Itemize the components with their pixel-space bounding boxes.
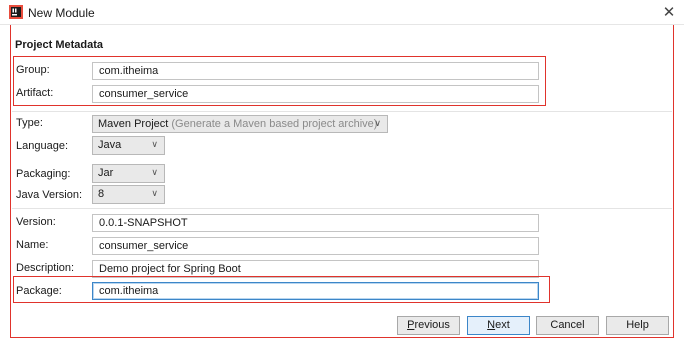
name-label: Name: (16, 239, 49, 251)
description-label: Description: (16, 262, 75, 274)
packaging-select[interactable]: Jar ∨ (92, 164, 165, 183)
package-label: Package: (16, 285, 62, 297)
section-title: Project Metadata (15, 39, 104, 51)
chevron-down-icon: ∨ (374, 119, 381, 129)
type-value: Maven Project (98, 118, 169, 130)
packaging-label: Packaging: (16, 168, 71, 180)
language-label: Language: (16, 140, 68, 152)
language-select[interactable]: Java ∨ (92, 136, 165, 155)
version-field[interactable]: 0.0.1-SNAPSHOT (92, 214, 539, 232)
window-title: New Module (28, 6, 95, 20)
packaging-value: Jar (98, 167, 114, 179)
type-select[interactable]: Maven Project (Generate a Maven based pr… (92, 115, 388, 133)
next-label: ext (495, 319, 510, 331)
chevron-down-icon: ∨ (151, 189, 158, 199)
java-version-value: 8 (98, 188, 105, 200)
language-value: Java (98, 139, 122, 151)
close-icon: ✕ (662, 3, 676, 21)
name-field[interactable]: consumer_service (92, 237, 539, 255)
artifact-field[interactable]: consumer_service (92, 85, 539, 103)
java-version-label: Java Version: (16, 189, 83, 201)
next-button[interactable]: Next (467, 316, 530, 335)
previous-button[interactable]: Previous (397, 316, 460, 335)
cancel-button[interactable]: Cancel (536, 316, 599, 335)
group-label: Group: (16, 64, 50, 76)
separator (12, 208, 672, 209)
package-field[interactable]: com.itheima (92, 282, 539, 300)
intellij-app-icon (9, 5, 23, 19)
title-bar: New Module ✕ (0, 0, 684, 25)
type-hint: (Generate a Maven based project archive) (171, 118, 378, 130)
java-version-select[interactable]: 8 ∨ (92, 185, 165, 204)
help-button[interactable]: Help (606, 316, 669, 335)
artifact-label: Artifact: (16, 87, 54, 99)
version-label: Version: (16, 216, 56, 228)
previous-label: revious (414, 319, 450, 331)
group-field[interactable]: com.itheima (92, 62, 539, 80)
chevron-down-icon: ∨ (151, 168, 158, 178)
chevron-down-icon: ∨ (151, 140, 158, 150)
separator (12, 111, 672, 112)
next-mnemonic: N (487, 319, 496, 331)
type-label: Type: (16, 117, 43, 129)
close-button[interactable]: ✕ (660, 2, 678, 22)
